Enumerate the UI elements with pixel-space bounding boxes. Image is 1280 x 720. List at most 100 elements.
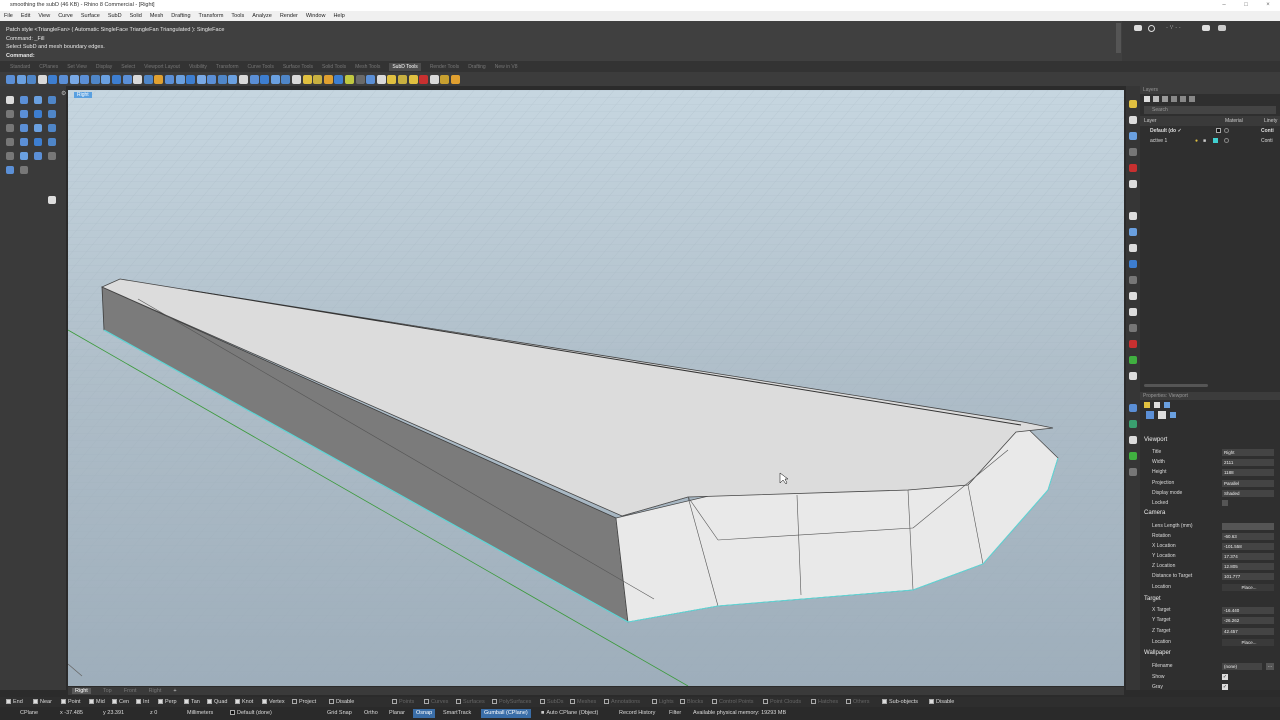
new-layer-icon[interactable] [1144, 96, 1150, 102]
texture-icon[interactable] [1129, 276, 1137, 284]
tab-drafting[interactable]: Drafting [468, 64, 486, 70]
subd-box-icon[interactable] [6, 74, 15, 84]
object-properties-icon[interactable] [1144, 402, 1150, 408]
cloud-icon[interactable] [1202, 25, 1210, 31]
cloud-icon[interactable] [1134, 25, 1142, 31]
subd-cylinder-icon[interactable] [27, 74, 37, 84]
render-icon[interactable] [1129, 324, 1137, 332]
layer-linetype[interactable]: Conti [1261, 138, 1273, 144]
y-target-field[interactable]: -26.262 [1222, 616, 1274, 624]
units-label[interactable]: Millimeters [187, 707, 213, 720]
layer-row[interactable]: active 1 ● ■ Conti [1140, 136, 1280, 146]
line-icon[interactable] [34, 96, 42, 104]
subd-flat-mode-icon[interactable] [387, 74, 397, 84]
z-location-field[interactable]: 12.805 [1222, 562, 1274, 570]
add-viewport-icon[interactable]: + [173, 688, 176, 694]
osnap-perp[interactable]: Perp [158, 697, 177, 707]
menu-help[interactable]: Help [333, 11, 344, 21]
layout-icon[interactable] [48, 152, 56, 160]
subd-extrude-icon[interactable] [122, 74, 132, 84]
subd-smooth-mode-icon[interactable] [376, 74, 386, 84]
menu-tools[interactable]: Tools [231, 11, 244, 21]
trim-icon[interactable] [34, 138, 42, 146]
osnap-toggle[interactable]: Osnap [413, 709, 436, 718]
x-target-field[interactable]: -16.440 [1222, 606, 1274, 614]
dimension-icon[interactable] [6, 152, 14, 160]
osnap-knot[interactable]: Knot [235, 697, 253, 707]
menu-drafting[interactable]: Drafting [171, 11, 190, 21]
grasshopper-icon[interactable] [1129, 356, 1137, 364]
osnap-near[interactable]: Near [33, 697, 52, 707]
tab-surface-tools[interactable]: Surface Tools [283, 64, 313, 70]
subd-offset-icon[interactable] [270, 74, 280, 84]
layers-search-input[interactable]: Search [1144, 106, 1276, 114]
layer-row[interactable]: Default (do ✓ Conti [1140, 126, 1280, 136]
material-icon[interactable] [1224, 138, 1229, 143]
text-icon[interactable] [20, 152, 28, 160]
analyze-icon[interactable] [34, 152, 42, 160]
viewport-scene[interactable] [68, 90, 1124, 686]
distance-to-target-field[interactable]: 101.777 [1222, 572, 1274, 580]
layers-icon[interactable] [1129, 116, 1137, 124]
subd-repeat-icon[interactable] [323, 74, 333, 84]
layer-name[interactable]: active 1 [1150, 138, 1167, 144]
filter-point-clouds[interactable]: Point Clouds [763, 697, 801, 707]
subd-tag-icon[interactable] [302, 74, 312, 84]
gumball-toggle[interactable]: Gumball (CPlane) [481, 709, 531, 718]
camera-tab-icon[interactable] [1146, 411, 1154, 419]
tab-transform[interactable]: Transform [216, 64, 239, 70]
subd-bevel-icon[interactable] [175, 74, 185, 84]
show-checkbox[interactable]: ✓ [1222, 674, 1228, 680]
sun-icon[interactable] [1129, 308, 1137, 316]
lock-icon[interactable]: ■ [1203, 138, 1206, 144]
osnap-project[interactable]: Project [292, 697, 316, 707]
subd-thicken-icon[interactable] [281, 74, 291, 84]
filter-subds[interactable]: SubDs [540, 697, 564, 707]
cart-icon[interactable] [1218, 25, 1226, 31]
subd-sweep-icon[interactable] [101, 74, 111, 84]
files-icon[interactable] [1129, 468, 1137, 476]
subd-crease-icon[interactable] [154, 74, 164, 84]
camera-place-button[interactable]: Place... [1222, 583, 1274, 591]
environment-icon[interactable] [1129, 260, 1137, 268]
viewport-tab-right[interactable]: Right [72, 688, 91, 694]
ortho-toggle[interactable]: Ortho [364, 707, 378, 720]
menu-analyze[interactable]: Analyze [252, 11, 272, 21]
polyline-icon[interactable] [48, 96, 56, 104]
display-icon[interactable] [1129, 148, 1137, 156]
filter-toggle[interactable]: Filter [669, 707, 681, 720]
prop-title-field[interactable]: Right [1222, 448, 1274, 456]
move-layer-up-icon[interactable] [1171, 96, 1177, 102]
subd-select-more-icon[interactable] [429, 74, 439, 84]
osnap-int[interactable]: Int [136, 697, 149, 707]
help-icon[interactable] [1129, 164, 1137, 172]
subd-revolve-icon[interactable] [111, 74, 121, 84]
subd-sphere-icon[interactable] [16, 74, 26, 84]
osnap-point[interactable]: Point [61, 697, 81, 707]
tab-select[interactable]: Select [121, 64, 135, 70]
subd-select-loop-icon[interactable] [408, 74, 418, 84]
viewport-properties-icon[interactable] [1154, 402, 1160, 408]
named-cplanes-icon[interactable] [1129, 228, 1137, 236]
menu-subd[interactable]: SubD [108, 11, 122, 21]
viewport-gear-icon[interactable]: ⚙ [61, 90, 67, 97]
circle-icon[interactable] [20, 110, 28, 118]
tab-standard[interactable]: Standard [10, 64, 30, 70]
tab-new-in-v8[interactable]: New in V8 [495, 64, 518, 70]
material-icon[interactable] [1224, 128, 1229, 133]
menu-transform[interactable]: Transform [199, 11, 224, 21]
x-location-field[interactable]: -101.558 [1222, 542, 1274, 550]
osnap-mid[interactable]: Mid [89, 697, 105, 707]
filename-field[interactable]: (none) [1222, 662, 1262, 670]
subd-gumball-icon[interactable] [397, 74, 407, 84]
osnap-vertex[interactable]: Vertex [262, 697, 285, 707]
prop-height-field[interactable]: 1188 [1222, 468, 1274, 476]
group-icon[interactable] [6, 166, 14, 174]
subd-help-icon[interactable] [450, 74, 460, 84]
menu-render[interactable]: Render [280, 11, 298, 21]
subd-bridge-icon[interactable] [133, 74, 143, 84]
gray-checkbox[interactable]: ✓ [1222, 684, 1228, 690]
viewport-right[interactable] [68, 90, 1124, 686]
display-mode-dropdown[interactable]: Shaded [1222, 489, 1274, 497]
linetype-column-header[interactable]: Linety [1264, 118, 1277, 124]
